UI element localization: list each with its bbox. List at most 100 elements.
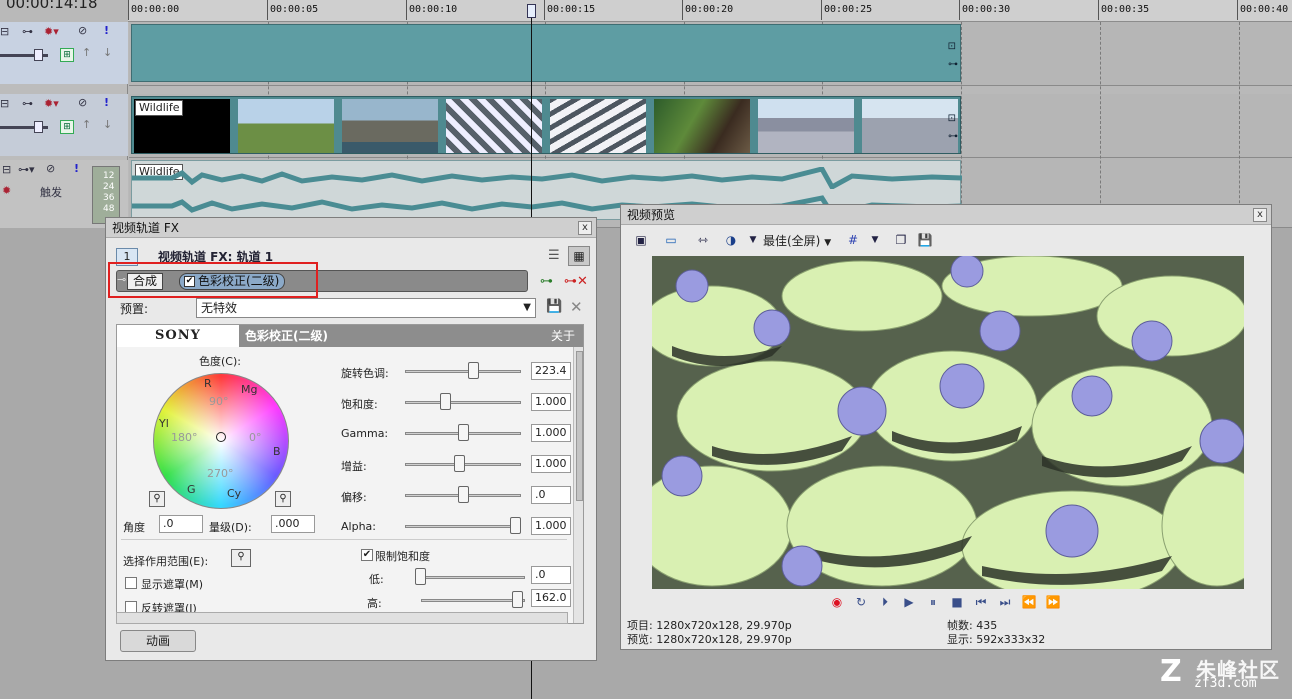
chevron-down-icon[interactable]: ▼ [745,232,761,248]
solo-icon[interactable]: ! [104,96,109,109]
slider-knob[interactable] [468,362,479,379]
gear-icon[interactable]: ✹▾ [44,97,59,110]
video-preview-window: 视频预览 x ▣ ▭ ⇿ ◑ ▼ 最佳(全屏) ▼ # ▼ ❐ 💾 ◉ ↻ ⏵ … [620,204,1272,650]
play-icon[interactable]: ▶ [901,594,917,610]
vertical-scrollbar[interactable] [573,347,583,623]
ruler-tick: 00:00:20 [681,0,734,20]
horizontal-scrollbar[interactable] [116,612,568,624]
fx-chain-icon[interactable]: ⊟ [0,97,9,110]
save-preset-icon[interactable]: 💾 [546,299,562,314]
fx-chain-icon[interactable]: ⊟ [0,25,9,38]
solo-icon[interactable]: ! [104,24,109,37]
plugin-icon[interactable]: ⊶ [22,97,33,110]
clip-fx-icon[interactable]: ⊶ [948,59,958,70]
slider-label: 偏移: [341,491,367,504]
fx-chain-icon[interactable]: ⊟ [2,163,11,176]
slider-knob[interactable] [457,486,469,503]
close-icon[interactable]: x [578,221,592,235]
mute-icon[interactable]: ⊘ [78,24,87,37]
slider-track[interactable] [405,525,521,528]
loop-icon[interactable]: ↻ [853,594,869,610]
go-to-start-icon[interactable]: ⏮ [973,594,989,610]
child-down-icon[interactable]: ↓ [103,46,112,59]
chevron-down-icon[interactable]: ▼ [867,232,883,248]
slider-value-input[interactable]: 1.000 [531,455,571,473]
slider-knob[interactable] [454,455,466,472]
preset-dropdown[interactable]: 无特效 ▼ [196,298,536,318]
remove-plugin-icon[interactable]: ⊶✕ [564,274,588,289]
play-from-start-icon[interactable]: ⏵ [877,594,893,610]
limit-high-input[interactable]: 162.0 [531,589,571,607]
slider-value-input[interactable]: .0 [531,486,571,504]
list-view-icon[interactable]: ☰ [548,248,560,263]
preview-toolbar: ▣ ▭ ⇿ ◑ ▼ 最佳(全屏) ▼ # ▼ ❐ 💾 [621,227,1271,253]
pause-icon[interactable]: ⏸ [925,594,941,610]
next-frame-icon[interactable]: ⏩ [1045,594,1061,610]
grid-view-icon[interactable]: ▦ [568,246,590,266]
gear-icon[interactable]: ✹▾ [44,25,59,38]
fx-window-titlebar[interactable]: 视频轨道 FX x [106,218,596,238]
slider-value-input[interactable]: 223.4 [531,362,571,380]
timeline-ruler[interactable]: 00:00:00 00:00:05 00:00:10 00:00:15 00:0… [127,0,1292,22]
parent-up-icon[interactable]: ↑ [82,118,91,131]
record-icon[interactable]: ◉ [829,594,845,610]
previous-frame-icon[interactable]: ⏪ [1021,594,1037,610]
limit-low-track[interactable] [415,576,525,579]
copy-snapshot-icon[interactable]: ❐ [893,232,909,248]
select-range-eyedropper-icon[interactable]: ⚲ [231,549,251,567]
close-icon[interactable]: x [1253,208,1267,222]
limit-low-knob[interactable] [415,568,426,585]
plugin-chain-icon[interactable]: ⊶ [540,274,553,289]
plugin-icon[interactable]: ⊶ [22,25,33,38]
mute-icon[interactable]: ⊘ [78,96,87,109]
audio-waveform [132,167,962,189]
animate-button[interactable]: 动画 [120,630,196,652]
stop-icon[interactable]: ■ [949,594,965,610]
crop-icon[interactable]: ⊡ [948,113,956,124]
overlays-icon[interactable]: ◑ [723,232,739,248]
limit-high-track[interactable] [421,599,525,602]
mute-icon[interactable]: ⊘ [46,162,55,175]
preview-window-titlebar[interactable]: 视频预览 x [621,205,1271,225]
track-header-2[interactable]: ⊟ ⊶ ✹▾ ⊘ ! ⊞ ↑ ↓ [0,94,128,156]
track-header-1[interactable]: ⊟ ⊶ ✹▾ ⊘ ! ⊞ ↑ ↓ [0,22,128,84]
crop-icon[interactable]: ⊡ [948,41,956,52]
level-fader-knob[interactable] [34,121,43,133]
slider-label: 增益: [341,460,367,473]
external-monitor-icon[interactable]: ▭ [663,232,679,248]
preset-label: 预置: [120,302,149,316]
properties-icon[interactable]: ▣ [633,232,649,248]
limit-high-knob[interactable] [512,591,524,608]
grid-icon[interactable]: # [845,232,861,248]
compositing-icon[interactable]: ⊞ [60,48,74,62]
slider-value-input[interactable]: 1.000 [531,393,571,411]
playhead-handle[interactable] [527,4,536,18]
video-clip-track2[interactable]: Wildlife ⊡ ⊶ [131,96,961,154]
scroll-thumb[interactable] [576,351,583,501]
solo-icon[interactable]: ! [74,162,79,175]
slider-track[interactable] [405,401,521,404]
go-to-end-icon[interactable]: ⏭ [997,594,1013,610]
split-screen-icon[interactable]: ⇿ [695,232,711,248]
slider-knob[interactable] [439,393,451,410]
parent-up-icon[interactable]: ↑ [82,46,91,59]
plugin-icon[interactable]: ⊶▾ [18,163,35,176]
gear-icon[interactable]: ✹ [2,184,11,197]
video-clip-track1[interactable]: ⊡ ⊶ [131,24,961,82]
child-down-icon[interactable]: ↓ [103,118,112,131]
level-fader-knob[interactable] [34,49,43,61]
slider-knob[interactable] [457,424,469,441]
limit-saturation-checkbox[interactable]: ✔ [361,549,373,561]
delete-preset-icon[interactable]: ✕ [570,298,583,316]
clip-fx-icon[interactable]: ⊶ [948,131,958,142]
save-snapshot-icon[interactable]: 💾 [917,232,933,248]
slider-value-input[interactable]: 1.000 [531,424,571,442]
slider-knob[interactable] [510,517,521,534]
slider-value-input[interactable]: 1.000 [531,517,571,535]
show-mask-checkbox[interactable] [125,577,137,589]
limit-low-input[interactable]: .0 [531,566,571,584]
slider-track[interactable] [405,370,521,373]
trigger-label[interactable]: 触发 [40,184,62,200]
compositing-icon[interactable]: ⊞ [60,120,74,134]
preview-quality-dropdown[interactable]: 最佳(全屏) ▼ [763,232,831,249]
